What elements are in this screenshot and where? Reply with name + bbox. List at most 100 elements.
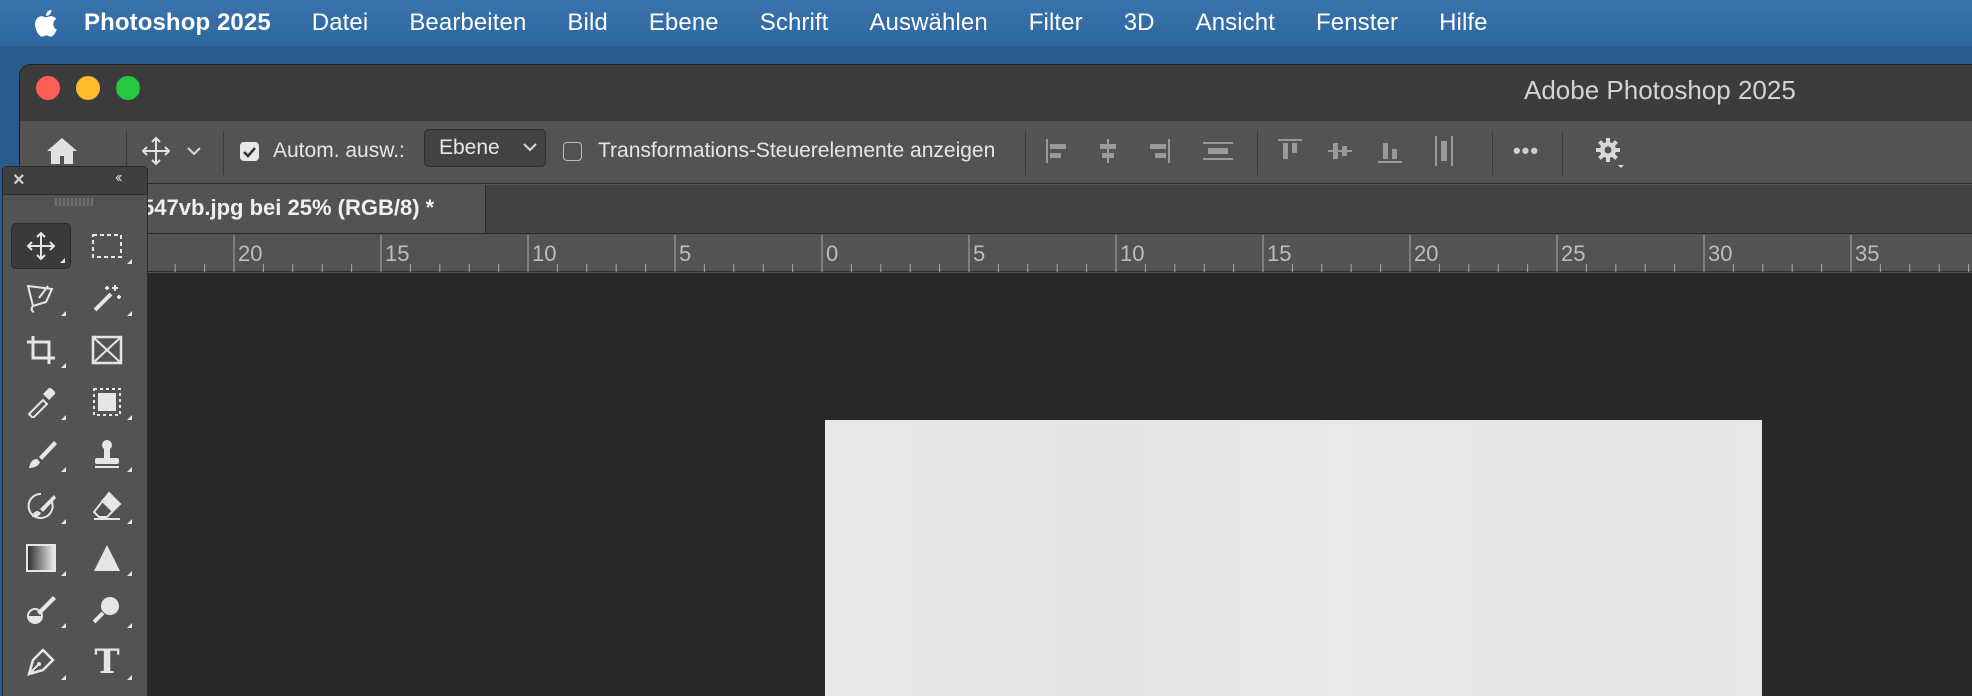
zoom-tool[interactable] (77, 587, 137, 633)
tool-flyout-indicator (61, 363, 66, 368)
transform-controls-label: Transformations-Steuerelemente anzeigen (598, 139, 996, 162)
more-options-button[interactable]: ••• (1504, 131, 1548, 171)
menu-bearbeiten[interactable]: Bearbeiten (409, 9, 526, 37)
transform-controls-checkbox[interactable] (563, 142, 582, 161)
menu-filter[interactable]: Filter (1029, 9, 1083, 37)
distribute-vertical-centers-button[interactable] (1198, 131, 1238, 171)
lasso-tool[interactable] (11, 275, 71, 321)
tool-flyout-indicator (61, 311, 66, 316)
minimize-window-button[interactable] (76, 76, 100, 100)
close-panel-button[interactable]: × (13, 169, 25, 192)
distribute-horizontal-centers-button[interactable] (1424, 131, 1464, 171)
panel-drag-grip[interactable] (55, 198, 95, 206)
menu-auswaehlen[interactable]: Auswählen (869, 9, 987, 37)
history-brush-tool[interactable] (11, 483, 71, 529)
document-tab-bar: 547vb.jpg bei 25% (RGB/8) * (20, 185, 1972, 234)
auto-select-checkbox[interactable] (240, 142, 259, 161)
align-right-icon (1150, 139, 1170, 163)
align-top-edges-button[interactable] (1270, 131, 1310, 171)
tool-flyout-indicator (127, 675, 132, 680)
align-left-edges-button[interactable] (1038, 131, 1078, 171)
menu-schrift[interactable]: Schrift (760, 9, 829, 37)
document-image[interactable] (825, 420, 1762, 696)
home-icon (47, 138, 77, 164)
menu-datei[interactable]: Datei (312, 9, 369, 37)
crop-icon (27, 336, 55, 364)
document-tab-title: 547vb.jpg bei 25% (RGB/8) * (142, 195, 435, 220)
tool-flyout-indicator (61, 519, 66, 524)
eyedropper-tool[interactable] (11, 379, 71, 425)
close-window-button[interactable] (36, 76, 60, 100)
sharpen-tool[interactable] (77, 535, 137, 581)
menu-fenster[interactable]: Fenster (1316, 9, 1398, 37)
apple-logo-icon[interactable] (30, 8, 60, 38)
collapse-panel-button[interactable]: ‹‹ (115, 169, 122, 187)
menu-3d[interactable]: 3D (1124, 9, 1155, 37)
tool-flyout-indicator (60, 258, 65, 263)
type-icon: T (94, 642, 120, 682)
tool-flyout-indicator (127, 571, 132, 576)
menu-app-name[interactable]: Photoshop 2025 (84, 9, 271, 37)
menu-ansicht[interactable]: Ansicht (1196, 9, 1275, 37)
move-icon (26, 231, 56, 261)
crop-tool[interactable] (11, 327, 71, 373)
chevron-down-icon (187, 146, 201, 155)
object-selection-tool[interactable] (77, 379, 137, 425)
auto-select-target-dropdown[interactable]: Ebene (424, 129, 546, 167)
ruler-label: 30 (1708, 241, 1732, 266)
ruler-label: 10 (1120, 241, 1144, 266)
options-separator (223, 131, 224, 175)
ruler-label: 20 (1414, 241, 1438, 266)
align-vertical-centers-button[interactable] (1320, 131, 1360, 171)
tool-flyout-indicator (61, 571, 66, 576)
menu-hilfe[interactable]: Hilfe (1439, 9, 1488, 37)
frame-tool[interactable] (77, 327, 137, 373)
ruler-label: 35 (1855, 241, 1879, 266)
gradient-tool[interactable] (11, 535, 71, 581)
ruler-label: 10 (532, 241, 556, 266)
stamp-icon (95, 440, 119, 468)
tool-flyout-indicator (61, 467, 66, 472)
clone-stamp-tool[interactable] (77, 431, 137, 477)
ruler-label: 15 (1267, 241, 1291, 266)
menu-ebene[interactable]: Ebene (649, 9, 719, 37)
options-separator (1257, 131, 1258, 175)
magnifier-icon (92, 597, 119, 624)
align-bottom-icon (1378, 143, 1402, 163)
gear-icon (1596, 138, 1624, 168)
magic-wand-tool[interactable] (77, 275, 137, 321)
triangle-icon (94, 545, 120, 571)
rectangular-marquee-tool[interactable] (77, 223, 137, 269)
ruler-label: 15 (385, 241, 409, 266)
eraser-icon (92, 491, 122, 520)
ruler-label: 25 (1561, 241, 1585, 266)
ruler-label: 5 (973, 241, 985, 266)
window-title: Adobe Photoshop 2025 (1524, 75, 1796, 105)
eyedropper-icon (27, 387, 56, 418)
distribute-horizontal-icon (1435, 136, 1453, 166)
align-bottom-edges-button[interactable] (1370, 131, 1410, 171)
window-title-bar: Adobe Photoshop 2025 (20, 65, 1972, 121)
lasso-icon (26, 284, 54, 313)
canvas-area[interactable] (20, 273, 1972, 696)
pen-tool[interactable] (11, 639, 71, 685)
align-top-icon (1278, 139, 1302, 159)
chevron-down-icon (523, 143, 537, 152)
brush-tool[interactable] (11, 431, 71, 477)
menu-bild[interactable]: Bild (567, 9, 607, 37)
ruler-label: 5 (679, 241, 691, 266)
horizontal-ruler[interactable]: 20 15 10 5 0 5 10 15 20 25 30 35 (20, 235, 1972, 272)
dodge-burn-tool[interactable] (11, 587, 71, 633)
align-right-edges-button[interactable] (1138, 131, 1178, 171)
align-horizontal-centers-button[interactable] (1088, 131, 1128, 171)
tool-preset-dropdown[interactable] (182, 139, 206, 163)
zoom-window-button[interactable] (116, 76, 140, 100)
type-tool[interactable]: T (77, 639, 137, 685)
move-icon (141, 136, 171, 166)
eraser-tool[interactable] (77, 483, 137, 529)
options-separator (1492, 131, 1493, 175)
options-bar: Autom. ausw.: Ebene Transformations-Steu… (20, 121, 1972, 184)
settings-button[interactable] (1590, 131, 1630, 175)
object-selection-icon (93, 388, 121, 416)
move-tool[interactable] (11, 223, 71, 269)
